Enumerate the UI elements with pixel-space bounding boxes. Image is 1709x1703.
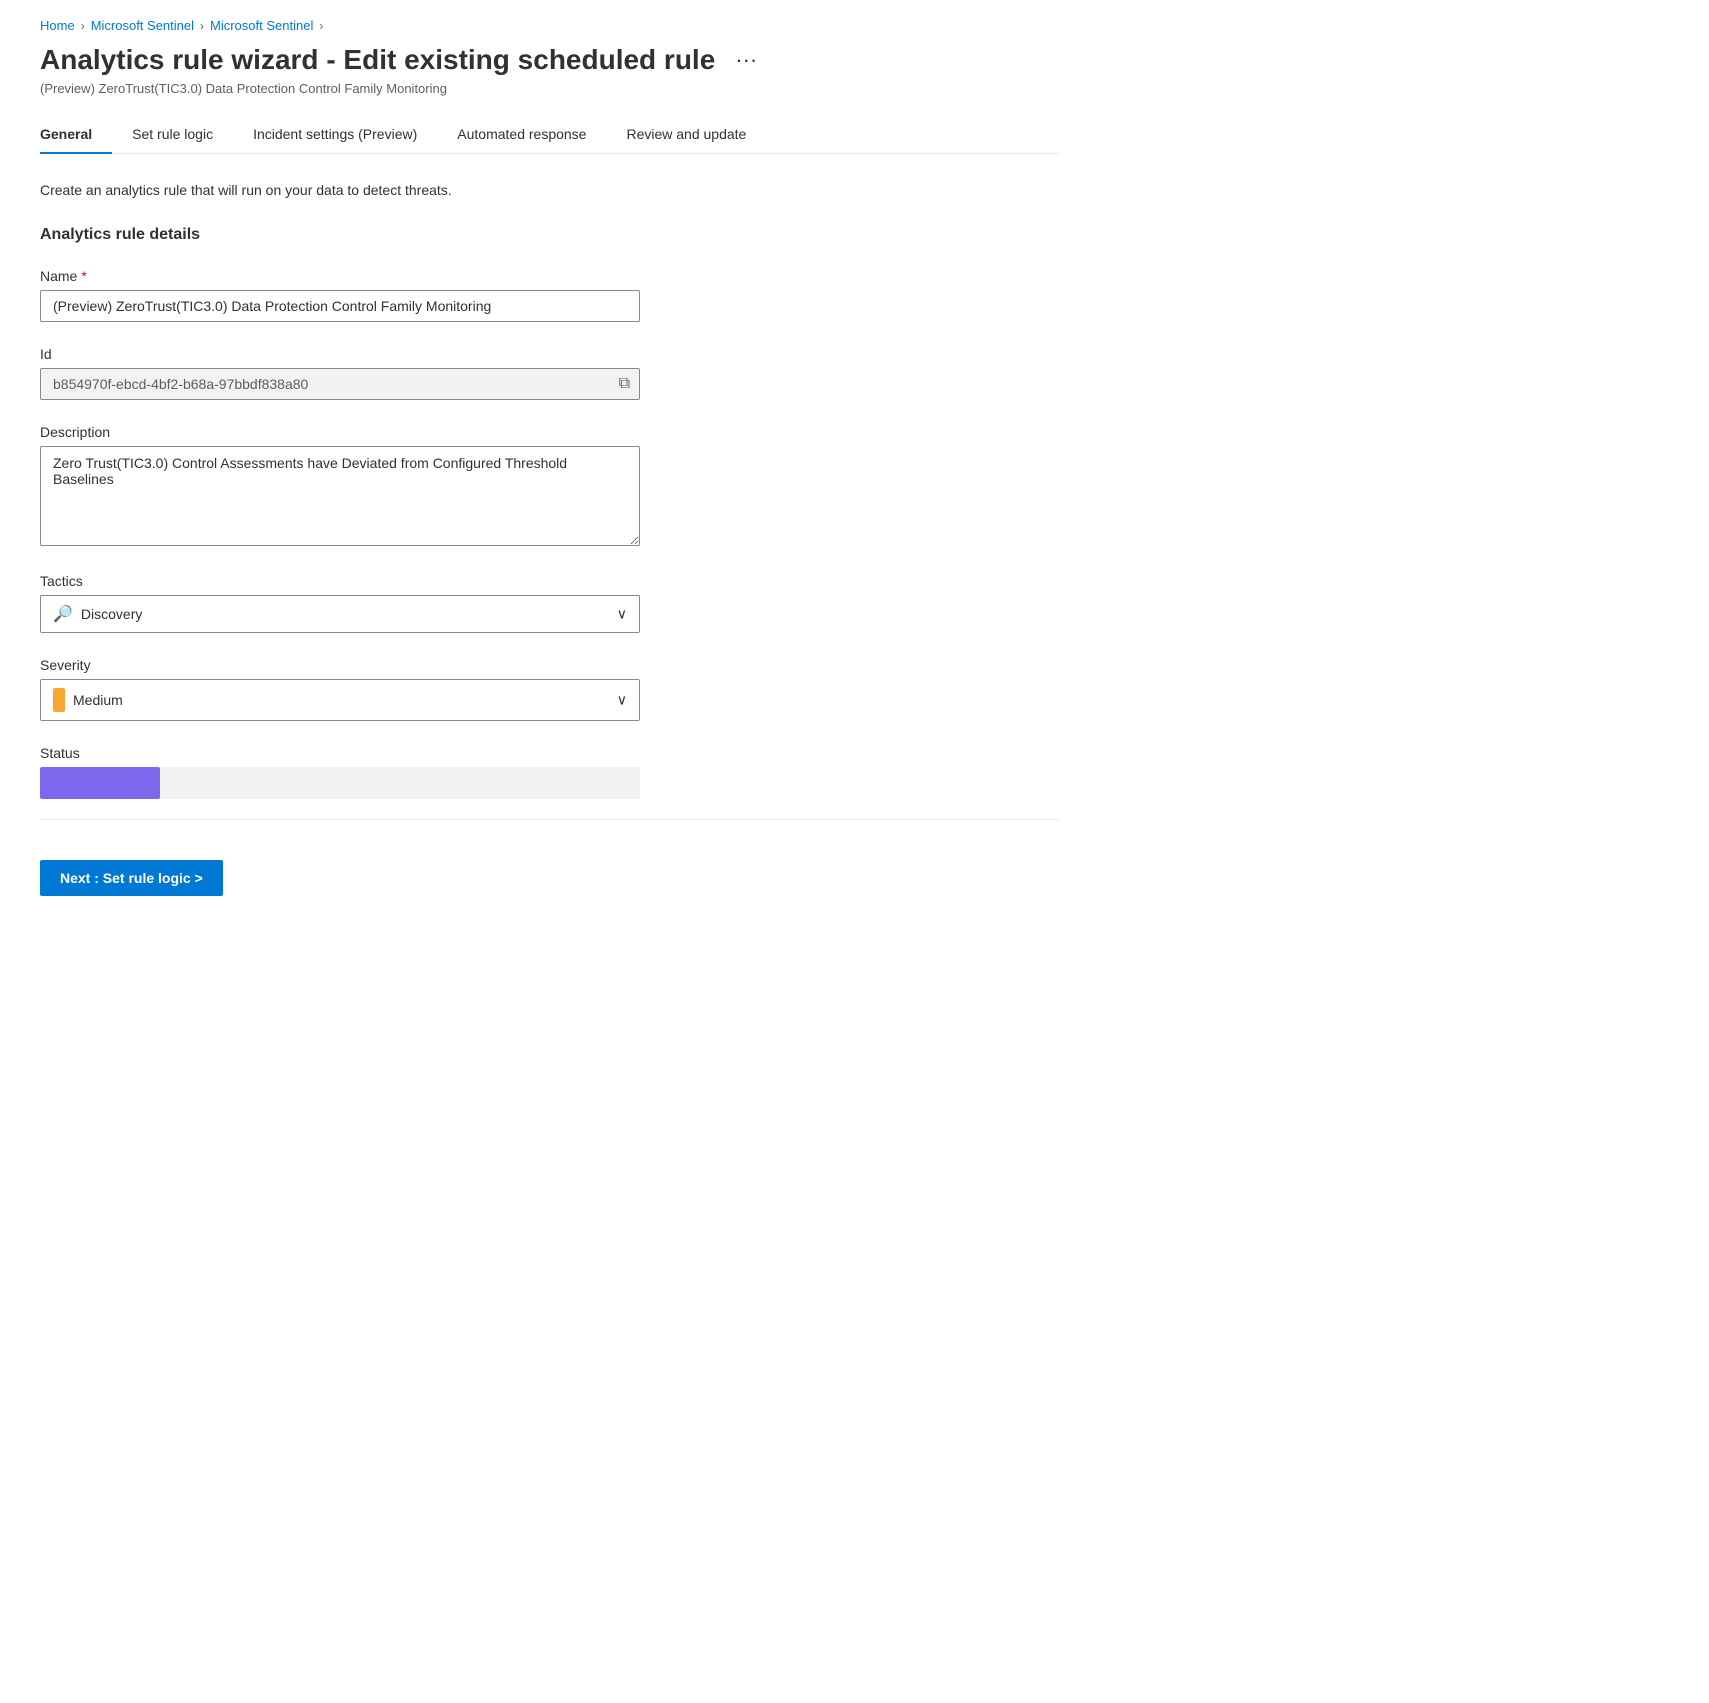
breadcrumb-sep-3: ›	[319, 19, 323, 33]
tactics-value: Discovery	[81, 606, 142, 622]
id-label: Id	[40, 346, 1060, 362]
tactics-label: Tactics	[40, 573, 1060, 589]
tab-incident-settings[interactable]: Incident settings (Preview)	[233, 116, 437, 154]
severity-label: Severity	[40, 657, 1060, 673]
breadcrumb-home[interactable]: Home	[40, 18, 75, 33]
severity-dot	[53, 688, 65, 712]
tactics-chevron-icon: ∨	[617, 606, 627, 623]
breadcrumb-sep-1: ›	[81, 19, 85, 33]
intro-text: Create an analytics rule that will run o…	[40, 182, 1060, 198]
id-input-wrapper: ⧉	[40, 368, 640, 400]
tab-general[interactable]: General	[40, 116, 112, 154]
tab-automated-response[interactable]: Automated response	[437, 116, 606, 154]
form-group-tactics: Tactics 🔎 Discovery ∨	[40, 573, 1060, 633]
tab-set-rule-logic[interactable]: Set rule logic	[112, 116, 233, 154]
name-label: Name *	[40, 268, 1060, 284]
status-label: Status	[40, 745, 1060, 761]
form-group-name: Name *	[40, 268, 1060, 322]
status-toggle[interactable]	[40, 767, 640, 799]
tactics-dropdown[interactable]: 🔎 Discovery ∨	[40, 595, 640, 633]
page-menu-button[interactable]: ···	[727, 43, 765, 77]
status-toggle-bar	[40, 767, 160, 799]
next-button[interactable]: Next : Set rule logic >	[40, 860, 223, 896]
copy-icon[interactable]: ⧉	[619, 375, 630, 393]
description-textarea[interactable]: Zero Trust(TIC3.0) Control Assessments h…	[40, 446, 640, 546]
form-group-description: Description Zero Trust(TIC3.0) Control A…	[40, 424, 1060, 549]
name-input[interactable]	[40, 290, 640, 322]
tab-review-update[interactable]: Review and update	[606, 116, 766, 154]
page-title: Analytics rule wizard - Edit existing sc…	[40, 43, 715, 77]
form-group-severity: Severity Medium ∨	[40, 657, 1060, 721]
breadcrumb-sentinel-1[interactable]: Microsoft Sentinel	[91, 18, 194, 33]
breadcrumb-sentinel-2[interactable]: Microsoft Sentinel	[210, 18, 313, 33]
breadcrumb-sep-2: ›	[200, 19, 204, 33]
severity-value: Medium	[73, 692, 123, 708]
tactics-icon: 🔎	[53, 604, 73, 624]
description-label: Description	[40, 424, 1060, 440]
section-title: Analytics rule details	[40, 226, 1060, 244]
severity-dropdown[interactable]: Medium ∨	[40, 679, 640, 721]
form-group-status: Status	[40, 745, 1060, 799]
required-star: *	[81, 268, 86, 284]
severity-chevron-icon: ∨	[617, 692, 627, 709]
tab-bar: General Set rule logic Incident settings…	[40, 116, 1060, 154]
id-input	[40, 368, 640, 400]
page-subtitle: (Preview) ZeroTrust(TIC3.0) Data Protect…	[40, 81, 1060, 96]
breadcrumb: Home › Microsoft Sentinel › Microsoft Se…	[40, 0, 1060, 43]
form-group-id: Id ⧉	[40, 346, 1060, 400]
main-content: Create an analytics rule that will run o…	[40, 182, 1060, 799]
footer-divider	[40, 819, 1060, 820]
footer: Next : Set rule logic >	[40, 844, 1060, 896]
